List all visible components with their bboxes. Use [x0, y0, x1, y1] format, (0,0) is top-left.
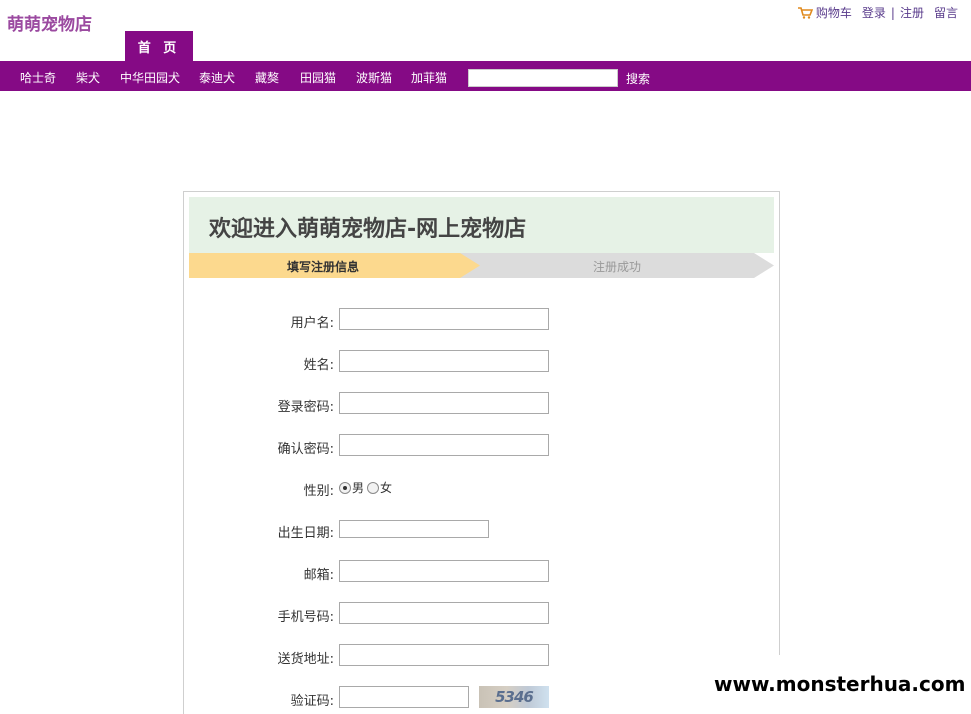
captcha-input[interactable]: [339, 686, 469, 708]
gender-female-label[interactable]: 女: [380, 479, 392, 496]
registration-panel: 欢迎进入萌萌宠物店-网上宠物店 注册成功 填写注册信息 用户名: 姓名: 登录密…: [183, 191, 780, 714]
gender-female-radio[interactable]: [367, 481, 380, 494]
username-input[interactable]: [339, 308, 549, 330]
email-row: 邮箱:: [184, 560, 781, 583]
gender-radio-group: 男 女: [339, 479, 392, 496]
birthdate-row: 出生日期:: [184, 518, 781, 541]
password-label: 登录密码:: [277, 400, 334, 415]
progress-steps: 注册成功 填写注册信息: [189, 253, 774, 278]
phone-input[interactable]: [339, 602, 549, 624]
nav-item-rural-cat[interactable]: 田园猫: [300, 69, 336, 86]
email-input[interactable]: [339, 560, 549, 582]
shopping-cart-icon: [797, 6, 813, 19]
nav-item-chinese-rural-dog[interactable]: 中华田园犬: [120, 69, 180, 86]
captcha-image[interactable]: 5346: [479, 686, 549, 708]
password-input[interactable]: [339, 392, 549, 414]
panel-title-bar: 欢迎进入萌萌宠物店-网上宠物店: [189, 197, 774, 253]
username-row: 用户名:: [184, 308, 781, 331]
watermark: www.monsterhua.com: [710, 655, 971, 714]
address-label: 送货地址:: [277, 652, 334, 667]
nav-item-mastiff[interactable]: 藏獒: [255, 69, 279, 86]
step-fill-info: 填写注册信息: [189, 253, 480, 278]
category-navbar: 哈士奇 柴犬 中华田园犬 泰迪犬 藏獒 田园猫 波斯猫 加菲猫 搜索: [0, 61, 971, 91]
captcha-row: 验证码: 5346: [184, 686, 781, 709]
email-label: 邮箱:: [303, 568, 334, 583]
birthdate-label: 出生日期:: [277, 526, 334, 541]
confirm-password-row: 确认密码:: [184, 434, 781, 457]
phone-row: 手机号码:: [184, 602, 781, 625]
gender-label: 性别:: [303, 484, 334, 499]
gender-male-radio[interactable]: [339, 481, 351, 494]
birthdate-input[interactable]: [339, 520, 489, 538]
nav-item-garfield-cat[interactable]: 加菲猫: [411, 69, 447, 86]
nav-item-husky[interactable]: 哈士奇: [20, 69, 56, 86]
link-separator: |: [890, 5, 895, 20]
phone-label: 手机号码:: [277, 610, 334, 625]
top-links: 购物车 登录 | 注册 留言: [797, 4, 958, 21]
cart-label: 购物车: [815, 6, 852, 20]
password-row: 登录密码:: [184, 392, 781, 415]
search-button[interactable]: 搜索: [626, 70, 650, 87]
tab-home[interactable]: 首 页: [125, 31, 193, 61]
page-title: 欢迎进入萌萌宠物店-网上宠物店: [209, 217, 527, 242]
watermark-text: www.monsterhua.com: [714, 672, 966, 696]
step-success-label: 注册成功: [593, 260, 642, 274]
search-input[interactable]: [468, 69, 618, 87]
step-success: 注册成功: [447, 253, 774, 278]
confirm-password-label: 确认密码:: [277, 442, 334, 457]
nav-item-shiba[interactable]: 柴犬: [76, 69, 100, 86]
step-fill-info-label: 填写注册信息: [287, 260, 360, 274]
login-link[interactable]: 登录: [862, 4, 886, 21]
gender-row: 性别: 男 女: [184, 476, 781, 499]
message-link[interactable]: 留言: [934, 4, 958, 21]
name-label: 姓名:: [303, 358, 334, 373]
register-link[interactable]: 注册: [900, 4, 924, 21]
gender-male-label[interactable]: 男: [352, 479, 364, 496]
nav-item-teddy[interactable]: 泰迪犬: [199, 69, 235, 86]
cart-link[interactable]: 购物车: [797, 4, 852, 21]
site-logo[interactable]: 萌萌宠物店: [7, 10, 92, 35]
captcha-label: 验证码:: [290, 694, 334, 709]
name-row: 姓名:: [184, 350, 781, 373]
address-input[interactable]: [339, 644, 549, 666]
nav-item-persian-cat[interactable]: 波斯猫: [356, 69, 392, 86]
username-label: 用户名:: [290, 316, 334, 331]
name-input[interactable]: [339, 350, 549, 372]
address-row: 送货地址:: [184, 644, 781, 667]
confirm-password-input[interactable]: [339, 434, 549, 456]
